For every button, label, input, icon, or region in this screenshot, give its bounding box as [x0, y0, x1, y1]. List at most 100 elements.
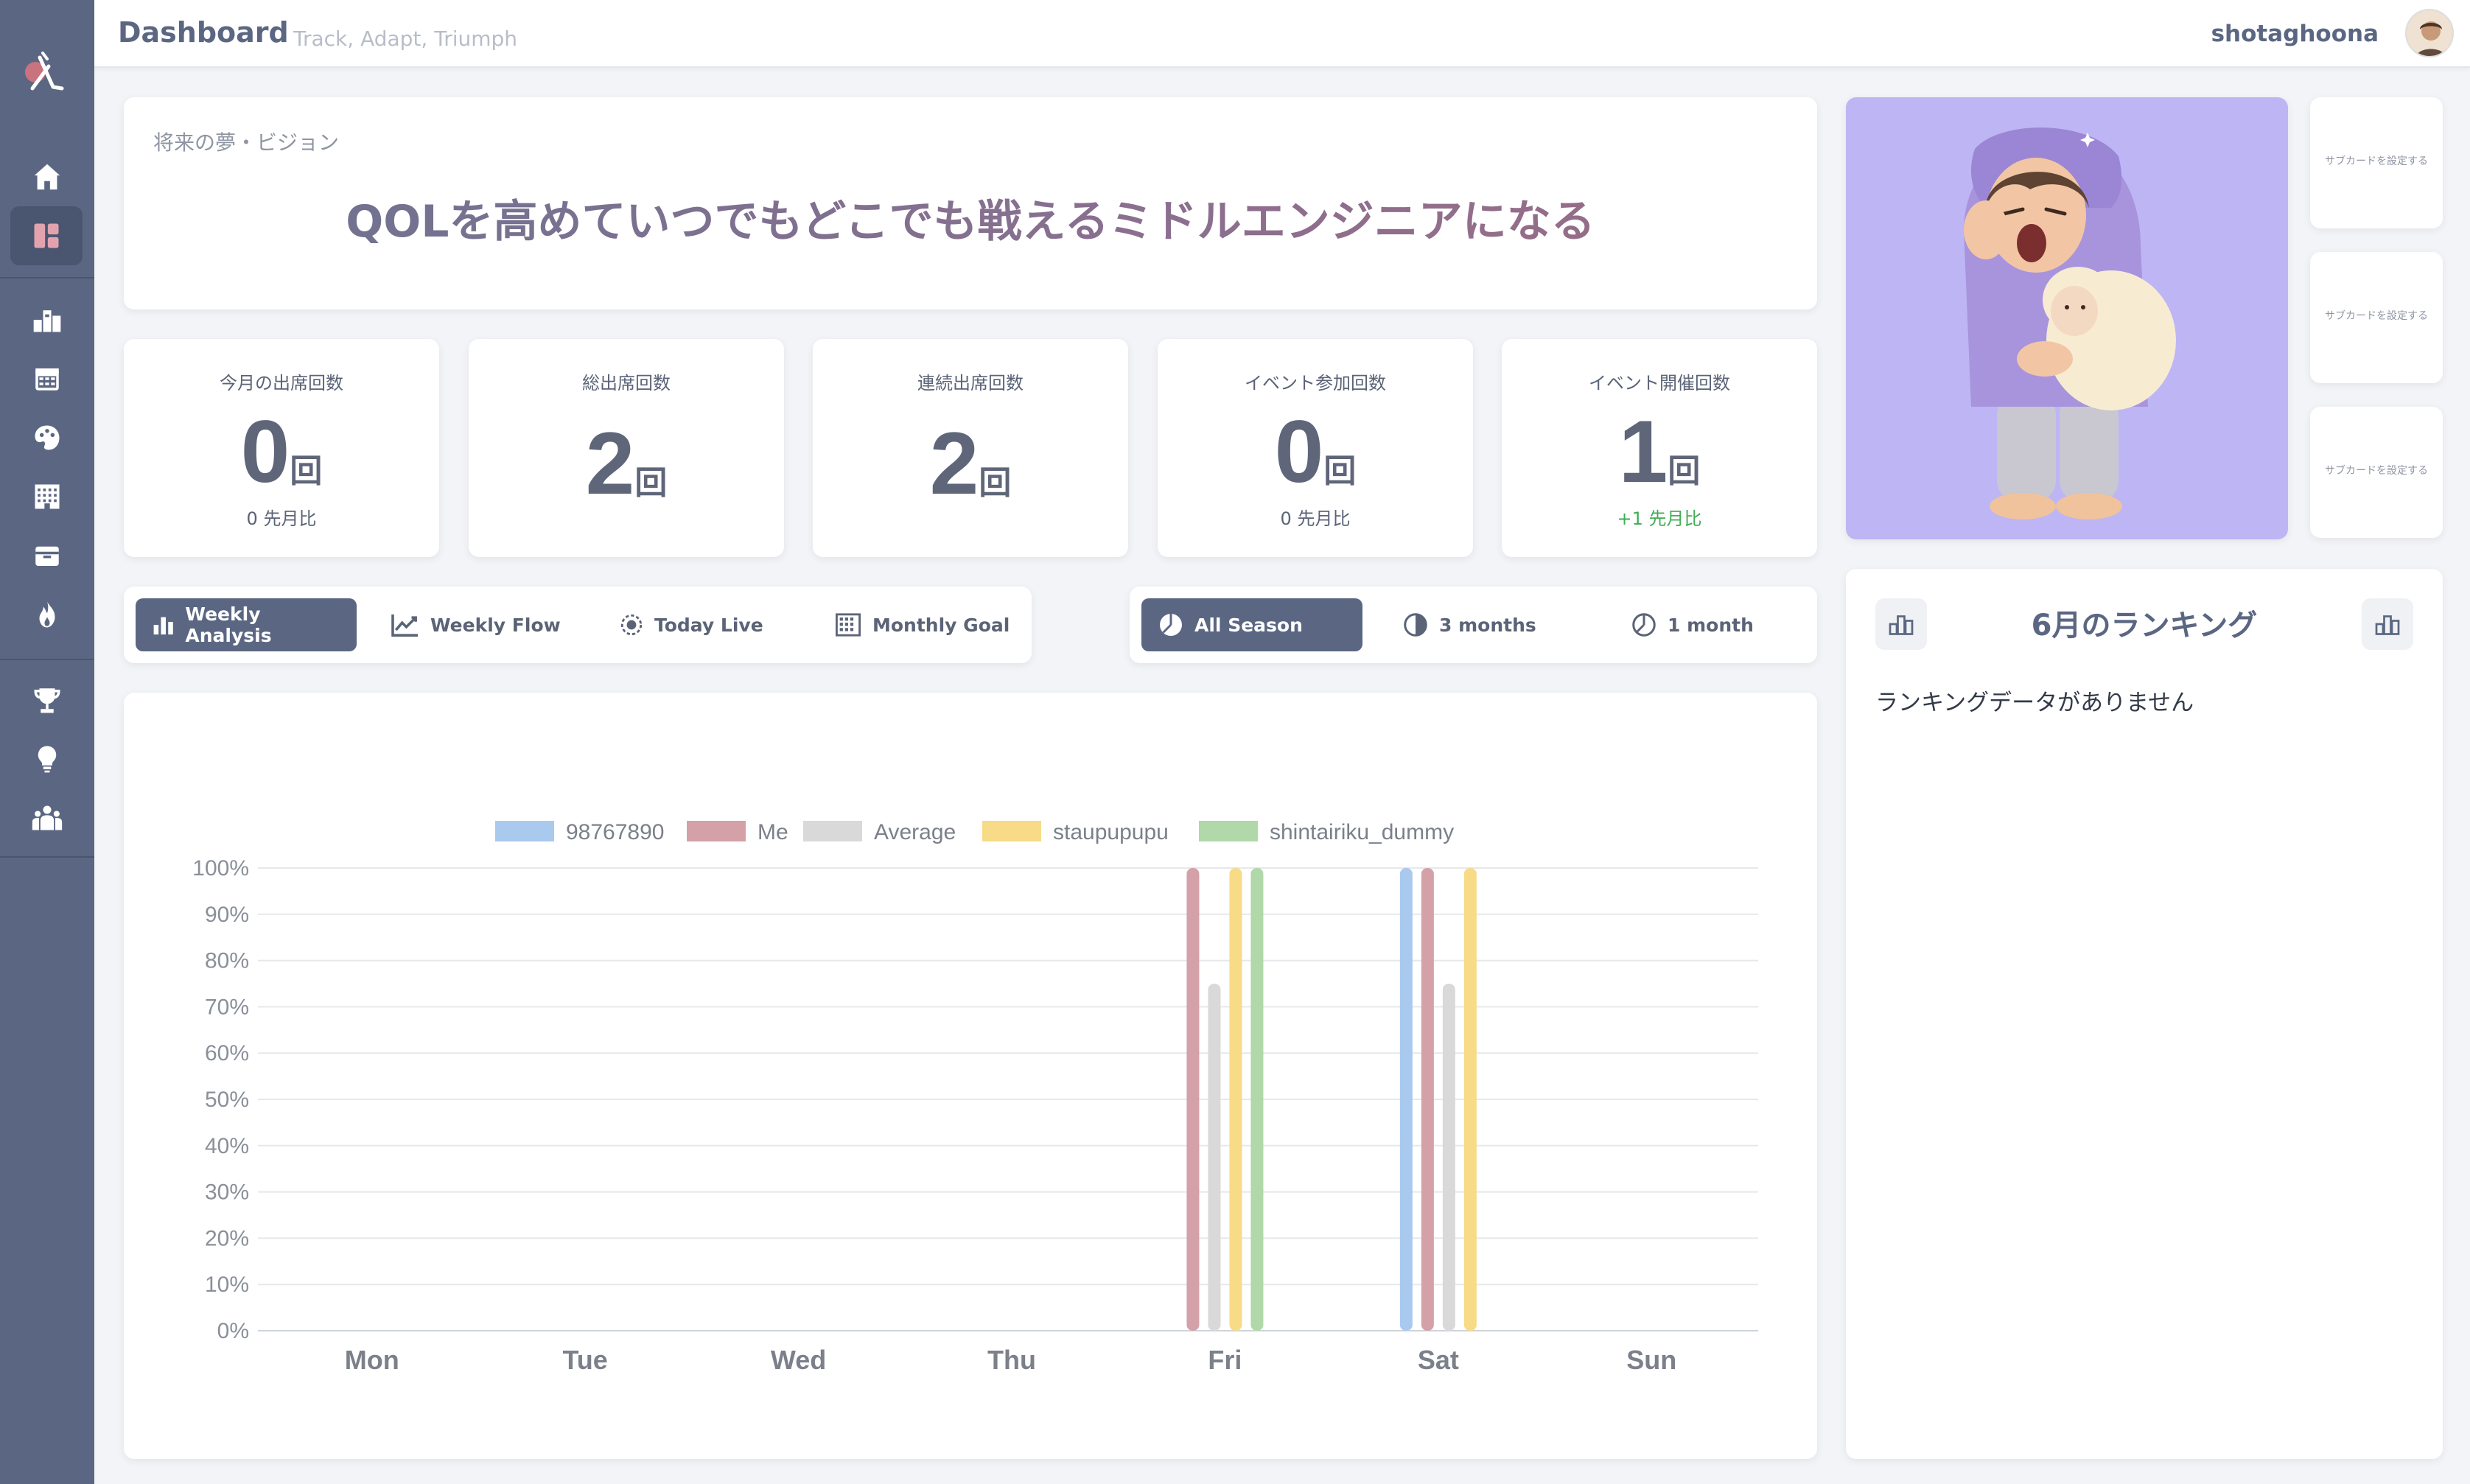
y-tick-label: 0%: [217, 1319, 249, 1343]
stat-value: 2回: [929, 414, 1012, 513]
legend-label: 98767890: [566, 820, 664, 844]
ranking-empty-message: ランキングデータがありません: [1875, 690, 2194, 716]
y-tick-label: 60%: [205, 1041, 249, 1065]
legend-label: staupupupu: [1053, 820, 1169, 844]
team-icon[interactable]: [10, 788, 84, 847]
character-image: [1846, 97, 2288, 539]
bar-fri-1: [1186, 868, 1200, 1331]
ranking-next-button[interactable]: [2362, 598, 2413, 650]
y-tick-label: 80%: [205, 949, 249, 973]
x-tick-label: Fri: [1208, 1345, 1242, 1375]
app-logo[interactable]: [10, 41, 84, 100]
bar-fri-3: [1229, 868, 1242, 1331]
line-chart-icon: [391, 614, 418, 637]
tab-weekly-analysis[interactable]: Weekly Analysis: [136, 598, 357, 651]
vision-label: 将来の夢・ビジョン: [153, 130, 340, 155]
tab-3-months[interactable]: 3 months: [1386, 598, 1553, 651]
x-tick-label: Sat: [1418, 1345, 1459, 1375]
ranking-title: 6月のランキング: [2031, 609, 2258, 643]
palette-icon[interactable]: [10, 408, 84, 467]
lightbulb-icon[interactable]: [10, 729, 84, 788]
stat-value: 0回: [240, 402, 323, 501]
legend-swatch: [495, 821, 554, 841]
range-tab-bar: All Season 3 months 1 month: [1130, 587, 1817, 663]
subcard-1[interactable]: サブカードを設定する: [2310, 97, 2443, 228]
pie-full-icon: [1160, 614, 1182, 636]
subcard-3[interactable]: サブカードを設定する: [2310, 407, 2443, 538]
stat-title: 今月の出席回数: [220, 373, 343, 393]
legend-swatch: [687, 821, 746, 841]
stat-card-streak-attendance: 連続出席回数 2回: [813, 339, 1128, 557]
calendar-icon[interactable]: [10, 349, 84, 408]
stat-title: 総出席回数: [582, 373, 671, 393]
ranking-icon: [2375, 615, 2400, 635]
legend-label: Me: [758, 820, 788, 844]
ranking-icon[interactable]: [10, 290, 84, 349]
trophy-icon[interactable]: [10, 671, 84, 729]
stat-card-total-attendance: 総出席回数 2回: [469, 339, 784, 557]
bar-fri-2: [1208, 984, 1221, 1331]
weekly-analysis-chart: 0% 10% 20% 30% 40% 50% 60% 70% 80% 90% 100% 9876789…: [192, 820, 1758, 1375]
stat-card-event-participation: イベント参加回数 0回 0 先月比: [1158, 339, 1473, 557]
fire-icon[interactable]: [10, 585, 84, 644]
stat-title: 連続出席回数: [917, 373, 1024, 393]
avatar[interactable]: [2405, 9, 2454, 57]
building-icon[interactable]: [10, 467, 84, 526]
stat-title: イベント開催回数: [1589, 373, 1730, 393]
y-tick-label: 100%: [192, 856, 249, 881]
page-subtitle: Track, Adapt, Triumph: [293, 27, 518, 51]
bar-sat-3: [1463, 868, 1477, 1331]
y-tick-label: 10%: [205, 1273, 249, 1297]
legend-swatch: [982, 821, 1041, 841]
pie-quarter-icon: [1632, 613, 1656, 637]
x-tick-label: Tue: [562, 1345, 607, 1375]
bar-sat-0: [1399, 868, 1413, 1331]
chart-card: 0% 10% 20% 30% 40% 50% 60% 70% 80% 90% 100% 9876789…: [124, 693, 1817, 1459]
ranking-card: 6月のランキング ランキングデータがありません: [1846, 569, 2443, 1459]
stat-diff: +1 先月比: [1617, 508, 1702, 529]
live-icon: [620, 614, 643, 636]
bar-fri-4: [1250, 868, 1264, 1331]
x-tick-label: Thu: [987, 1345, 1036, 1375]
y-tick-label: 70%: [205, 995, 249, 1019]
legend-label: Average: [874, 820, 956, 844]
sidebar: [0, 0, 94, 1484]
bar-chart-icon: [153, 617, 173, 635]
x-tick-label: Mon: [345, 1345, 399, 1375]
stat-value: 0回: [1274, 402, 1357, 501]
bar-sat-2: [1442, 984, 1455, 1331]
legend-swatch: [803, 821, 862, 841]
stat-diff: 0 先月比: [1280, 508, 1351, 529]
subcard-2[interactable]: サブカードを設定する: [2310, 252, 2443, 383]
bar-sat-1: [1421, 868, 1434, 1331]
y-tick-label: 40%: [205, 1134, 249, 1158]
view-tab-bar: Weekly Analysis Weekly Flow Today Live M…: [124, 587, 1032, 663]
stat-diff: 0 先月比: [246, 508, 317, 529]
tab-weekly-flow[interactable]: Weekly Flow: [374, 598, 577, 651]
tab-1-month[interactable]: 1 month: [1614, 598, 1770, 651]
x-tick-label: Wed: [771, 1345, 826, 1375]
y-tick-label: 90%: [205, 903, 249, 927]
x-tick-label: Sun: [1626, 1345, 1676, 1375]
home-icon[interactable]: [10, 147, 84, 206]
y-tick-label: 50%: [205, 1088, 249, 1112]
grid-icon: [836, 613, 861, 637]
top-header: Dashboard Track, Adapt, Triumph shotagho…: [94, 0, 2470, 68]
stat-value: 2回: [585, 414, 668, 513]
tab-all-season[interactable]: All Season: [1141, 598, 1362, 651]
stat-card-monthly-attendance: 今月の出席回数 0回 0 先月比: [124, 339, 439, 557]
stat-value: 1回: [1618, 402, 1701, 501]
vision-text: QOLを高めていつでもどこでも戦えるミドルエンジニアになる: [124, 186, 1817, 250]
stat-title: イベント参加回数: [1245, 373, 1386, 393]
tab-today-live[interactable]: Today Live: [603, 598, 780, 651]
username[interactable]: shotaghoona: [2211, 21, 2379, 47]
archive-icon[interactable]: [10, 526, 84, 585]
page-title: Dashboard: [118, 16, 289, 49]
vision-card: 将来の夢・ビジョン QOLを高めていつでもどこでも戦えるミドルエンジニアになる: [124, 97, 1817, 309]
dashboard-icon[interactable]: [10, 206, 83, 265]
pie-half-icon: [1404, 613, 1427, 637]
y-tick-label: 30%: [205, 1180, 249, 1205]
legend-label: shintairiku_dummy: [1270, 820, 1454, 844]
tab-monthly-goal[interactable]: Monthly Goal: [818, 598, 1026, 651]
y-tick-label: 20%: [205, 1226, 249, 1250]
